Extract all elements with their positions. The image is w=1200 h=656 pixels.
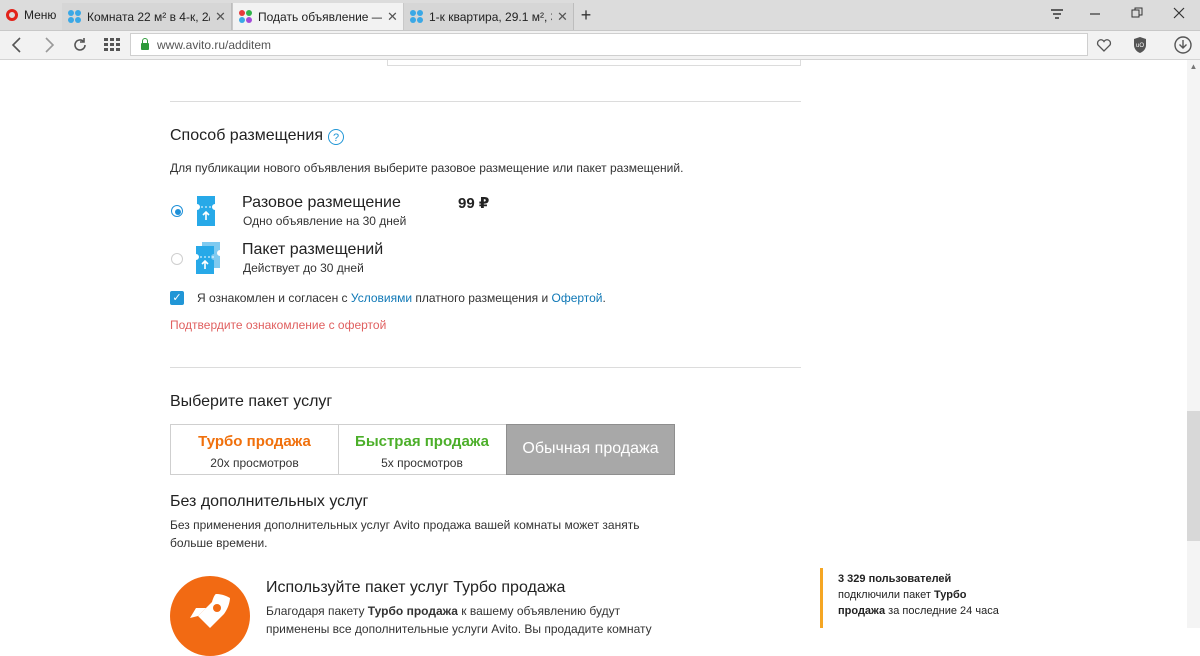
avito-favicon-icon <box>68 9 82 24</box>
selected-package-desc-line1: Без применения дополнительных услуг Avit… <box>170 518 640 532</box>
tickets-icon <box>194 241 224 280</box>
single-placement-name[interactable]: Разовое размещение <box>242 194 401 212</box>
package-views: 5x просмотров <box>381 456 463 470</box>
agree-checkbox[interactable]: ✓ <box>170 291 184 305</box>
promo-line1-c: к вашему объявлению будут <box>457 604 621 618</box>
section-divider <box>170 101 801 102</box>
download-icon[interactable] <box>1170 31 1196 59</box>
promo-title: Используйте пакет услуг Турбо продажа <box>266 579 566 596</box>
stat-line3: продажа за последние 24 часа <box>838 603 999 619</box>
close-tab-icon[interactable]: ✕ <box>215 9 226 25</box>
tab-menu-icon[interactable] <box>1036 0 1078 30</box>
minimize-icon[interactable] <box>1074 0 1116 30</box>
close-tab-icon[interactable]: ✕ <box>387 9 398 25</box>
speed-dial-icon[interactable] <box>99 31 125 59</box>
stat-line2-a: подключили пакет <box>838 589 934 601</box>
package-name: Быстрая продажа <box>355 433 489 450</box>
agree-text: Я ознакомлен и согласен с Условиями плат… <box>197 291 606 305</box>
help-icon[interactable]: ? <box>328 129 344 145</box>
opera-menu-button[interactable]: Меню <box>0 0 62 30</box>
promo-line1-b: Турбо продажа <box>367 604 458 618</box>
stat-count: 3 329 пользователей <box>838 573 952 585</box>
stat-line3-b: за последние 24 часа <box>885 605 999 617</box>
menu-label: Меню <box>24 8 57 22</box>
package-placement-name[interactable]: Пакет размещений <box>242 241 383 259</box>
stat-line2-b: Турбо <box>933 589 967 601</box>
selected-package-title: Без дополнительных услуг <box>170 493 369 510</box>
package-fast[interactable]: Быстрая продажа 5x просмотров <box>338 424 507 475</box>
forward-icon[interactable] <box>36 31 62 59</box>
agree-middle: платного размещения и <box>412 291 552 305</box>
package-placement-sub: Действует до 30 дней <box>243 261 364 275</box>
package-placement-radio[interactable] <box>171 253 183 265</box>
package-regular[interactable]: Обычная продажа <box>506 424 675 475</box>
tab-add-item[interactable]: Подать объявление — Об ✕ <box>232 3 404 30</box>
lock-icon <box>141 37 149 50</box>
stat-line3-a: продажа <box>838 605 886 617</box>
close-tab-icon[interactable]: ✕ <box>557 9 568 25</box>
restore-icon[interactable] <box>1116 0 1158 30</box>
promo-line1: Благодаря пакету Турбо продажа к вашему … <box>266 604 620 618</box>
turbo-stat: 3 329 пользователей подключили пакет Тур… <box>838 571 999 619</box>
address-bar[interactable]: www.avito.ru/additem <box>130 33 1088 56</box>
new-tab-button[interactable]: + <box>575 4 597 26</box>
promo-line2: применены все дополнительные услуги Avit… <box>266 622 652 636</box>
ublock-extension-icon[interactable]: uO <box>1127 31 1153 59</box>
tab-title: Подать объявление — Об <box>258 9 382 24</box>
package-name: Турбо продажа <box>198 433 311 450</box>
stat-line2: подключили пакет Турбо <box>838 587 999 603</box>
section-divider <box>170 367 801 368</box>
scrollbar-track[interactable] <box>1187 60 1200 628</box>
scroll-up-icon[interactable]: ▲ <box>1187 60 1200 74</box>
promo-line1-a: Благодаря пакету <box>266 604 368 618</box>
tab-title: 1-к квартира, 29.1 м², 3/5 <box>429 9 552 24</box>
close-window-icon[interactable] <box>1158 0 1200 30</box>
placement-title: Способ размещения <box>170 127 323 144</box>
stat-accent-bar <box>820 568 823 628</box>
package-views: 20x просмотров <box>210 456 299 470</box>
agree-error-message: Подтвердите ознакомление с офертой <box>170 318 387 332</box>
ticket-icon <box>194 195 218 232</box>
single-placement-radio[interactable] <box>171 205 183 217</box>
tab-title: Комната 22 м² в 4-к, 2/5 э <box>87 9 210 24</box>
svg-text:uO: uO <box>1136 43 1144 49</box>
selected-package-desc-line2: больше времени. <box>170 536 268 550</box>
agree-suffix: . <box>602 291 606 305</box>
previous-field-box <box>387 60 801 66</box>
scrollbar-thumb[interactable] <box>1187 411 1200 541</box>
bookmark-heart-icon[interactable] <box>1091 31 1117 59</box>
reload-icon[interactable] <box>67 31 93 59</box>
package-turbo[interactable]: Турбо продажа 20x просмотров <box>170 424 339 475</box>
tab-room-listing[interactable]: Комната 22 м² в 4-к, 2/5 э ✕ <box>62 3 232 30</box>
offer-link[interactable]: Офертой <box>551 291 602 305</box>
services-title: Выберите пакет услуг <box>170 393 333 410</box>
avito-favicon-icon <box>239 9 253 24</box>
package-name: Обычная продажа <box>522 440 659 457</box>
avito-favicon-icon <box>410 9 424 24</box>
rocket-icon <box>170 576 250 656</box>
agree-prefix: Я ознакомлен и согласен с <box>197 291 351 305</box>
back-icon[interactable] <box>4 31 30 59</box>
url-text: www.avito.ru/additem <box>157 37 272 52</box>
tab-apartment-listing[interactable]: 1-к квартира, 29.1 м², 3/5 ✕ <box>404 3 574 30</box>
terms-link[interactable]: Условиями <box>351 291 412 305</box>
opera-logo-icon <box>6 9 18 21</box>
placement-description: Для публикации нового объявления выберит… <box>170 161 684 175</box>
single-placement-price: 99 ₽ <box>458 195 490 212</box>
stat-line1: 3 329 пользователей <box>838 571 999 587</box>
single-placement-sub: Одно объявление на 30 дней <box>243 214 407 228</box>
